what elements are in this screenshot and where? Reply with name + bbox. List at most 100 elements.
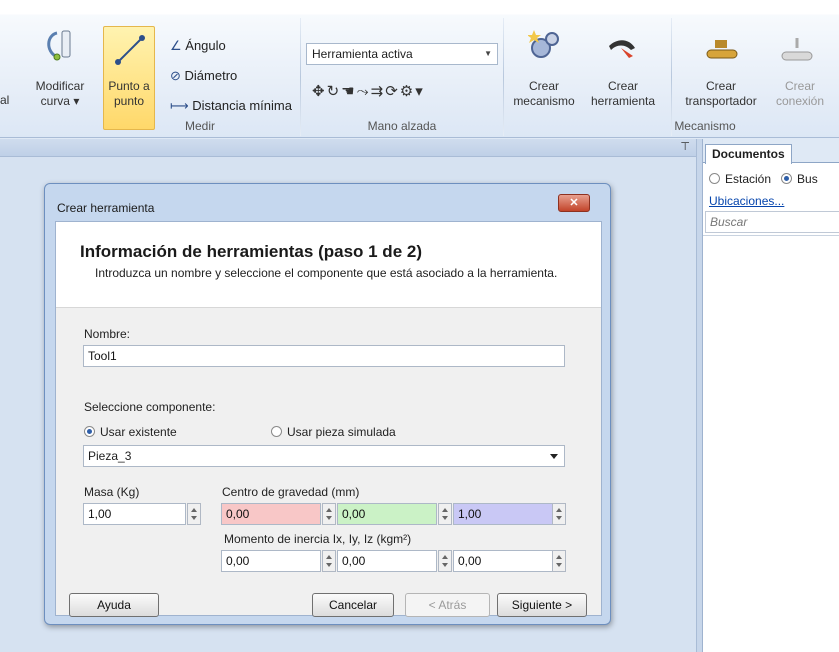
siguiente-button[interactable]: Siguiente > bbox=[497, 593, 587, 617]
angulo-item[interactable]: ∠ Ángulo bbox=[170, 38, 226, 54]
modificar-curva-button[interactable]: Modificar curva ▾ bbox=[30, 79, 90, 109]
radio-estacion-label: Estación bbox=[725, 172, 772, 186]
point-to-point-icon bbox=[115, 35, 145, 65]
chevron-down-icon: ▼ bbox=[484, 49, 492, 58]
hand-icon[interactable]: ☚ bbox=[341, 83, 356, 100]
inercia-x-field[interactable]: 0,00 bbox=[221, 550, 321, 572]
punto-a-punto-line1: Punto a bbox=[108, 79, 150, 93]
momento-inercia-label: Momento de inercia Ix, Iy, Iz (kgm²) bbox=[224, 532, 412, 546]
diameter-icon: ⊘ bbox=[170, 68, 181, 83]
masa-spinner[interactable] bbox=[187, 503, 201, 525]
cog-z-field[interactable]: 1,00 bbox=[453, 503, 553, 525]
mechanism-icon bbox=[528, 30, 559, 58]
distancia-minima-item[interactable]: ⟼ Distancia mínima bbox=[170, 98, 292, 114]
nombre-field[interactable]: Tool1 bbox=[83, 345, 565, 367]
crear-herramienta-line2: herramienta bbox=[590, 94, 656, 108]
angle-icon: ∠ bbox=[170, 38, 182, 53]
radio-usar-existente[interactable]: Usar existente bbox=[84, 425, 177, 439]
location-radio-group: Estación Bus bbox=[709, 172, 818, 186]
crear-transportador-line1: Crear bbox=[705, 79, 736, 93]
dialog-subtitle: Introduzca un nombre y seleccione el com… bbox=[95, 266, 558, 280]
panel-tabs: Documentos bbox=[703, 139, 839, 164]
radio-circle bbox=[271, 426, 282, 437]
radio-estacion[interactable]: Estación bbox=[709, 172, 771, 186]
modificar-curva-line2: curva ▾ bbox=[40, 94, 80, 108]
rotate-icon[interactable]: ↻ bbox=[327, 83, 342, 100]
conveyor-icon bbox=[706, 40, 738, 59]
herramienta-activa-combo[interactable]: Herramienta activa ▼ bbox=[306, 43, 498, 65]
dialog-heading: Información de herramientas (paso 1 de 2… bbox=[80, 242, 422, 261]
crear-herramienta-line1: Crear bbox=[607, 79, 638, 93]
distancia-minima-label: Distancia mínima bbox=[192, 98, 292, 113]
componente-select[interactable]: Pieza_3 bbox=[83, 445, 565, 467]
radio-buscar[interactable]: Bus bbox=[781, 172, 818, 186]
atras-button[interactable]: < Atrás bbox=[405, 593, 490, 617]
ribbon-separator bbox=[503, 18, 504, 136]
dialog-body: Información de herramientas (paso 1 de 2… bbox=[55, 221, 602, 617]
cog-x-field[interactable]: 0,00 bbox=[221, 503, 321, 525]
diametro-item[interactable]: ⊘ Diámetro bbox=[170, 68, 237, 84]
crear-transportador-button[interactable]: Crear transportador bbox=[676, 79, 766, 109]
multi-robot-icon[interactable]: ⚙▾ bbox=[400, 83, 425, 100]
crear-herramienta-button[interactable]: Crear herramienta bbox=[580, 79, 666, 109]
crear-herramienta-dialog: Crear herramienta ✕ Información de herra… bbox=[44, 183, 611, 625]
close-button[interactable]: ✕ bbox=[558, 194, 590, 212]
crear-conexion-button[interactable]: Crear conexión bbox=[770, 79, 830, 109]
masa-label: Masa (Kg) bbox=[84, 485, 140, 499]
cut-off-label: al bbox=[0, 93, 10, 107]
herramienta-activa-value: Herramienta activa bbox=[312, 47, 413, 61]
ayuda-button[interactable]: Ayuda bbox=[69, 593, 159, 617]
crear-conexion-line2: conexión bbox=[775, 94, 825, 108]
radio-circle bbox=[84, 426, 95, 437]
centro-gravedad-label: Centro de gravedad (mm) bbox=[222, 485, 360, 499]
usar-pieza-simulada-label: Usar pieza simulada bbox=[287, 425, 396, 439]
divider bbox=[703, 235, 839, 236]
cog-y-spinner[interactable] bbox=[438, 503, 452, 525]
tab-documentos[interactable]: Documentos bbox=[705, 144, 792, 164]
crear-mecanismo-line2: mecanismo bbox=[513, 94, 575, 108]
crear-conexion-line1: Crear bbox=[784, 79, 815, 93]
min-distance-icon: ⟼ bbox=[170, 98, 189, 113]
documents-panel: Documentos Estación Bus Ubicaciones... B… bbox=[702, 139, 839, 652]
crear-mecanismo-line1: Crear bbox=[528, 79, 559, 93]
ribbon-tab-strip bbox=[0, 0, 839, 14]
ubicaciones-link[interactable]: Ubicaciones... bbox=[709, 194, 784, 208]
jog-icon[interactable]: ⤳ bbox=[357, 83, 371, 100]
dialog-header: Información de herramientas (paso 1 de 2… bbox=[56, 222, 601, 308]
inercia-y-spinner[interactable] bbox=[438, 550, 452, 572]
reorient-icon[interactable]: ⟳ bbox=[385, 83, 400, 100]
inercia-z-field[interactable]: 0,00 bbox=[453, 550, 553, 572]
radio-buscar-label: Bus bbox=[797, 172, 818, 186]
connection-icon bbox=[781, 38, 813, 61]
dropdown-pin-icon[interactable]: ⊤ bbox=[680, 140, 690, 153]
inercia-z-spinner[interactable] bbox=[552, 550, 566, 572]
radio-circle bbox=[781, 173, 793, 184]
crear-transportador-line2: transportador bbox=[685, 94, 757, 108]
angulo-label: Ángulo bbox=[185, 38, 226, 53]
nombre-label: Nombre: bbox=[84, 327, 131, 341]
mecanismo-group-label: Mecanismo bbox=[674, 119, 736, 133]
medir-group-label: Medir bbox=[184, 119, 215, 133]
punto-a-punto-line2: punto bbox=[113, 94, 145, 108]
chevron-down-icon bbox=[550, 454, 558, 459]
cog-z-spinner[interactable] bbox=[552, 503, 566, 525]
cancelar-button[interactable]: Cancelar bbox=[312, 593, 394, 617]
cog-x-spinner[interactable] bbox=[322, 503, 336, 525]
freehand-tools-row[interactable]: ✥↻☚⤳⇉⟳⚙▾ bbox=[312, 82, 425, 100]
componente-value: Pieza_3 bbox=[88, 449, 132, 463]
radio-usar-pieza-simulada[interactable]: Usar pieza simulada bbox=[271, 425, 396, 439]
crear-mecanismo-button[interactable]: Crear mecanismo bbox=[512, 79, 576, 109]
dialog-title: Crear herramienta bbox=[57, 201, 155, 215]
modify-curve-icon bbox=[47, 30, 71, 61]
tool-icon bbox=[609, 40, 635, 58]
move-icon[interactable]: ✥ bbox=[312, 83, 327, 100]
inercia-x-spinner[interactable] bbox=[322, 550, 336, 572]
linear-icon[interactable]: ⇉ bbox=[371, 83, 386, 100]
inercia-y-field[interactable]: 0,00 bbox=[337, 550, 437, 572]
modificar-curva-line1: Modificar bbox=[35, 79, 85, 93]
search-input[interactable]: Buscar bbox=[705, 211, 839, 233]
cog-y-field[interactable]: 0,00 bbox=[337, 503, 437, 525]
mano-alzada-group-label: Mano alzada bbox=[367, 119, 437, 133]
masa-field[interactable]: 1,00 bbox=[83, 503, 186, 525]
radio-circle bbox=[709, 173, 720, 184]
